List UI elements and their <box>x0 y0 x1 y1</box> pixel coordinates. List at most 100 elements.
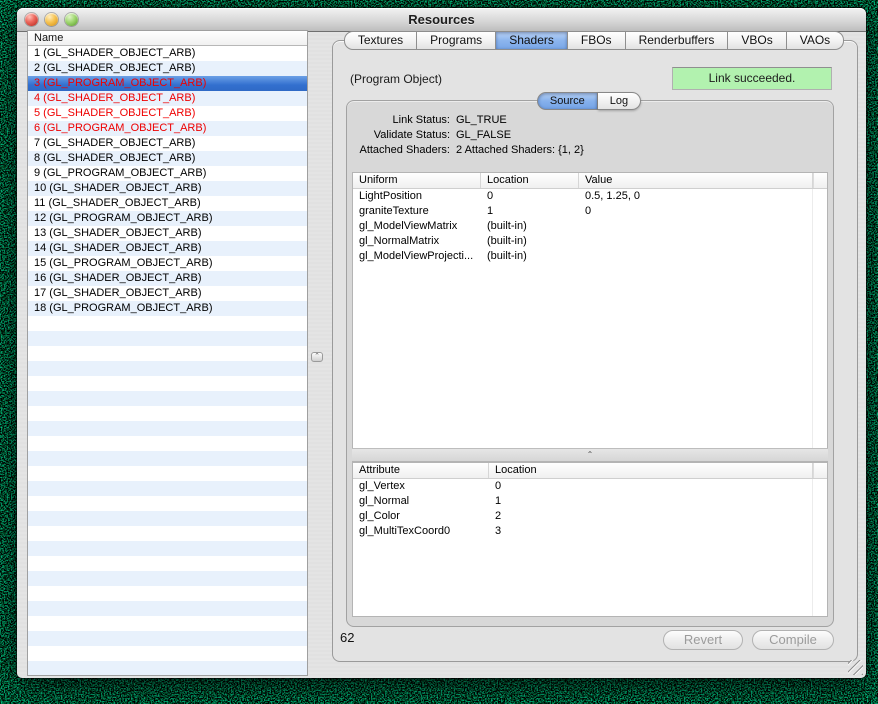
list-item[interactable]: 8 (GL_SHADER_OBJECT_ARB) <box>28 151 307 166</box>
list-item[interactable]: 11 (GL_SHADER_OBJECT_ARB) <box>28 196 307 211</box>
list-row-empty <box>28 526 307 541</box>
uniform-table-cell: gl_NormalMatrix <box>353 234 481 249</box>
uniform-table-cell: 0 <box>579 204 827 219</box>
uniform-table-row[interactable]: LightPosition00.5, 1.25, 0 <box>353 189 827 204</box>
uniform-table-cell: gl_ModelViewProjecti... <box>353 249 481 264</box>
attribute-table-row[interactable]: gl_Color2 <box>353 509 827 524</box>
attribute-table: AttributeLocationgl_Vertex0gl_Normal1gl_… <box>352 462 828 617</box>
resource-list: 1 (GL_SHADER_OBJECT_ARB)2 (GL_SHADER_OBJ… <box>28 46 307 676</box>
uniform-table-column-header[interactable]: Location <box>481 173 579 188</box>
attribute-table-row[interactable]: gl_Vertex0 <box>353 479 827 494</box>
close-button[interactable] <box>25 13 38 26</box>
uniform-table-row[interactable]: gl_ModelViewMatrix(built-in) <box>353 219 827 234</box>
attribute-table-row[interactable]: gl_MultiTexCoord03 <box>353 524 827 539</box>
list-row-empty <box>28 511 307 526</box>
validate-status-label: Validate Status: <box>350 129 450 141</box>
uniform-table-column-header[interactable]: Uniform <box>353 173 481 188</box>
tab-shaders[interactable]: Shaders <box>496 31 568 50</box>
tab-vbos[interactable]: VBOs <box>728 31 786 50</box>
uniform-table-header: UniformLocationValue <box>353 173 827 189</box>
link-status-value: GL_TRUE <box>456 114 584 126</box>
list-row-empty <box>28 421 307 436</box>
list-row-empty <box>28 601 307 616</box>
link-status-label: Link Status: <box>350 114 450 126</box>
attribute-table-row[interactable]: gl_Normal1 <box>353 494 827 509</box>
list-item[interactable]: 4 (GL_SHADER_OBJECT_ARB) <box>28 91 307 106</box>
attribute-table-scroll-gutter <box>813 463 827 478</box>
list-item[interactable]: 5 (GL_SHADER_OBJECT_ARB) <box>28 106 307 121</box>
list-row-empty <box>28 481 307 496</box>
list-item[interactable]: 7 (GL_SHADER_OBJECT_ARB) <box>28 136 307 151</box>
attribute-table-cell: gl_Color <box>353 509 489 524</box>
list-column-header-name[interactable]: Name <box>28 31 307 46</box>
list-item[interactable]: 16 (GL_SHADER_OBJECT_ARB) <box>28 271 307 286</box>
tab-textures[interactable]: Textures <box>344 31 417 50</box>
list-row-empty <box>28 646 307 661</box>
list-row-empty <box>28 406 307 421</box>
list-item[interactable]: 15 (GL_PROGRAM_OBJECT_ARB) <box>28 256 307 271</box>
list-item[interactable]: 10 (GL_SHADER_OBJECT_ARB) <box>28 181 307 196</box>
attribute-table-cell: 1 <box>489 494 827 509</box>
revert-button[interactable]: Revert <box>663 630 743 650</box>
uniform-table-row[interactable]: gl_NormalMatrix(built-in) <box>353 234 827 249</box>
list-item[interactable]: 12 (GL_PROGRAM_OBJECT_ARB) <box>28 211 307 226</box>
list-row-empty <box>28 496 307 511</box>
source-log-tabs: SourceLog <box>346 92 832 110</box>
attribute-table-cell: 0 <box>489 479 827 494</box>
uniform-table-cell: 0.5, 1.25, 0 <box>579 189 827 204</box>
attribute-table-cell: gl_Normal <box>353 494 489 509</box>
attribute-table-header: AttributeLocation <box>353 463 827 479</box>
list-row-empty <box>28 361 307 376</box>
list-item[interactable]: 2 (GL_SHADER_OBJECT_ARB) <box>28 61 307 76</box>
list-item[interactable]: 17 (GL_SHADER_OBJECT_ARB) <box>28 286 307 301</box>
title-bar[interactable]: Resources <box>17 8 866 32</box>
list-item[interactable]: 13 (GL_SHADER_OBJECT_ARB) <box>28 226 307 241</box>
compile-button[interactable]: Compile <box>752 630 834 650</box>
tab-renderbuffers[interactable]: Renderbuffers <box>626 31 729 50</box>
attribute-table-column-header[interactable]: Attribute <box>353 463 489 478</box>
subtab-source[interactable]: Source <box>537 92 598 110</box>
uniform-table-cell <box>579 249 827 264</box>
attribute-table-gutter-line <box>812 479 813 616</box>
tab-vaos[interactable]: VAOs <box>787 31 844 50</box>
attribute-table-column-header[interactable]: Location <box>489 463 813 478</box>
table-splitter[interactable]: ⌃ <box>352 448 828 462</box>
list-row-empty <box>28 391 307 406</box>
list-item[interactable]: 9 (GL_PROGRAM_OBJECT_ARB) <box>28 166 307 181</box>
uniform-table-cell: (built-in) <box>481 249 579 264</box>
resize-grip[interactable] <box>848 660 863 675</box>
validate-status-value: GL_FALSE <box>456 129 584 141</box>
list-item[interactable]: 14 (GL_SHADER_OBJECT_ARB) <box>28 241 307 256</box>
uniform-table-cell: LightPosition <box>353 189 481 204</box>
zoom-button[interactable] <box>65 13 78 26</box>
minimize-button[interactable] <box>45 13 58 26</box>
list-row-empty <box>28 331 307 346</box>
list-item[interactable]: 18 (GL_PROGRAM_OBJECT_ARB) <box>28 301 307 316</box>
list-row-empty <box>28 346 307 361</box>
attribute-table-cell: 2 <box>489 509 827 524</box>
list-item[interactable]: 6 (GL_PROGRAM_OBJECT_ARB) <box>28 121 307 136</box>
attribute-table-cell: gl_MultiTexCoord0 <box>353 524 489 539</box>
list-row-empty <box>28 586 307 601</box>
uniform-table-cell: (built-in) <box>481 234 579 249</box>
tab-programs[interactable]: Programs <box>417 31 496 50</box>
resource-list-pane: Name 1 (GL_SHADER_OBJECT_ARB)2 (GL_SHADE… <box>27 30 308 676</box>
link-status-banner: Link succeeded. <box>672 67 832 90</box>
attribute-table-cell: 3 <box>489 524 827 539</box>
attached-shaders-value: 2 Attached Shaders: {1, 2} <box>456 144 584 156</box>
sidebar-splitter[interactable]: ⌃ <box>308 30 332 674</box>
uniform-table-column-header[interactable]: Value <box>579 173 813 188</box>
list-row-empty <box>28 436 307 451</box>
tab-fbos[interactable]: FBOs <box>568 31 626 50</box>
attribute-table-cell: gl_Vertex <box>353 479 489 494</box>
list-item[interactable]: 3 (GL_PROGRAM_OBJECT_ARB) <box>28 76 307 91</box>
subtab-log[interactable]: Log <box>598 92 641 110</box>
uniform-table-row[interactable]: graniteTexture10 <box>353 204 827 219</box>
list-item[interactable]: 1 (GL_SHADER_OBJECT_ARB) <box>28 46 307 61</box>
uniform-table-cell: gl_ModelViewMatrix <box>353 219 481 234</box>
resource-type-tabs: TexturesProgramsShadersFBOsRenderbuffers… <box>332 31 856 50</box>
uniform-table-cell: (built-in) <box>481 219 579 234</box>
window-title: Resources <box>17 8 866 31</box>
splitter-handle-icon[interactable]: ⌃ <box>311 352 323 362</box>
uniform-table-row[interactable]: gl_ModelViewProjecti...(built-in) <box>353 249 827 264</box>
